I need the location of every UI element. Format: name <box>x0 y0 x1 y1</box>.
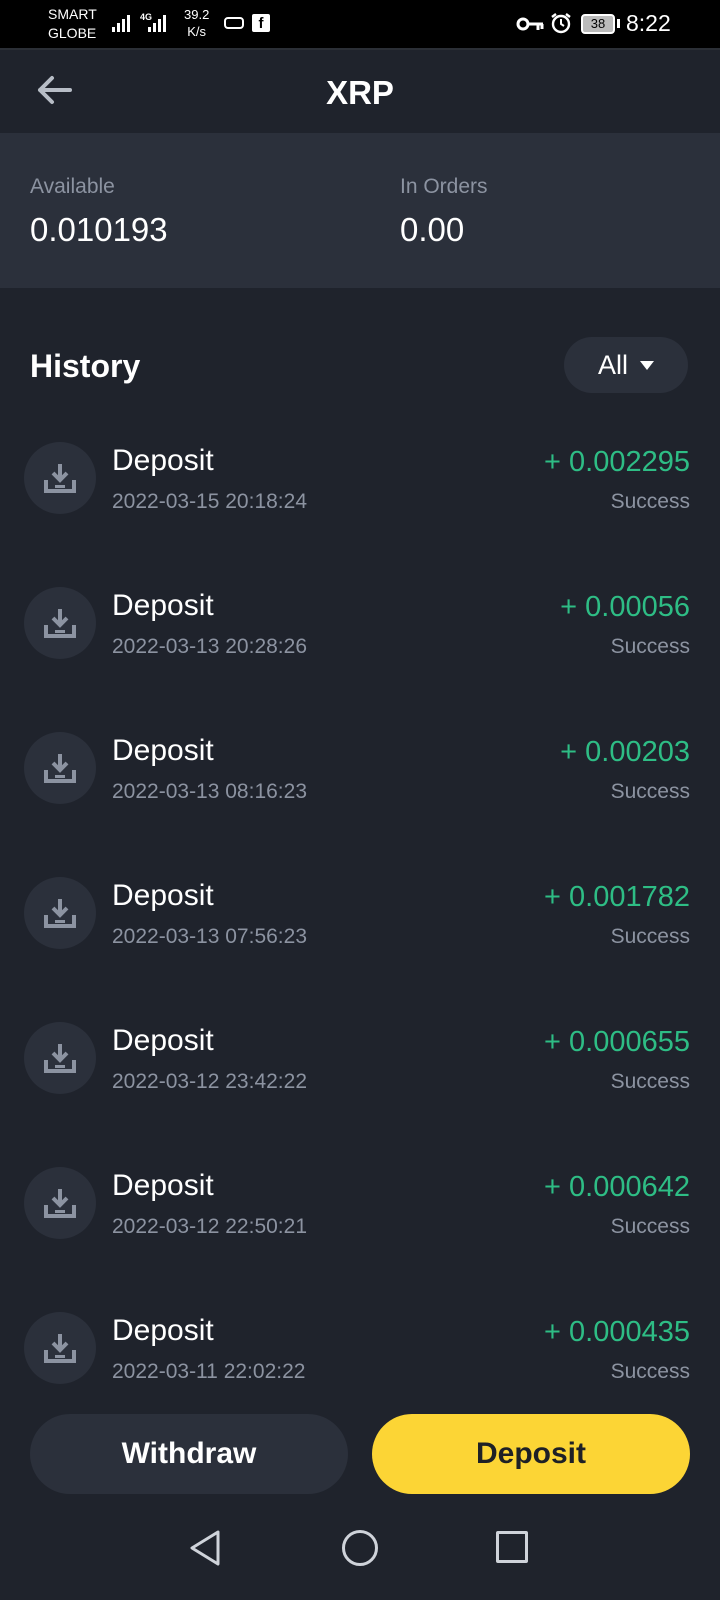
row-type: Deposit <box>112 589 214 622</box>
history-row[interactable]: Deposit 2022-03-13 20:28:26 + 0.00056 Su… <box>0 587 720 697</box>
in-orders-value: 0.00 <box>400 211 465 248</box>
row-date: 2022-03-13 07:56:23 <box>112 925 307 948</box>
carrier-label: SMART GLOBE <box>48 5 97 43</box>
row-type: Deposit <box>112 1024 214 1057</box>
row-status: Success <box>610 925 690 948</box>
row-type: Deposit <box>112 879 214 912</box>
row-status: Success <box>610 780 690 803</box>
deposit-button[interactable]: Deposit <box>372 1414 690 1494</box>
row-status: Success <box>610 1215 690 1238</box>
balance-panel: Available 0.010193 In Orders 0.00 <box>0 133 720 288</box>
download-icon <box>24 732 96 804</box>
row-status: Success <box>610 1360 690 1383</box>
history-filter-button[interactable]: All <box>564 337 688 393</box>
app-header: XRP <box>0 48 720 133</box>
history-row[interactable]: Deposit 2022-03-13 07:56:23 + 0.001782 S… <box>0 877 720 987</box>
battery-tip <box>617 19 620 28</box>
speed-value: 39.2 <box>184 7 210 22</box>
caret-down-icon <box>640 360 654 370</box>
download-icon <box>24 1167 96 1239</box>
carrier-line-2: GLOBE <box>48 25 97 41</box>
network-speed: 39.2 K/s <box>184 6 209 40</box>
system-nav-bar <box>0 1510 720 1600</box>
row-status: Success <box>610 1070 690 1093</box>
row-type: Deposit <box>112 1314 214 1347</box>
row-date: 2022-03-12 23:42:22 <box>112 1070 307 1093</box>
facebook-icon: f <box>252 14 270 32</box>
row-type: Deposit <box>112 1169 214 1202</box>
page-title: XRP <box>326 74 394 111</box>
in-orders-label: In Orders <box>400 175 488 198</box>
row-status: Success <box>610 635 690 658</box>
download-icon <box>24 442 96 514</box>
signal-icon <box>112 14 130 32</box>
row-amount: + 0.000435 <box>544 1316 690 1348</box>
row-date: 2022-03-12 22:50:21 <box>112 1215 307 1238</box>
row-status: Success <box>610 490 690 513</box>
speed-unit: K/s <box>187 24 207 39</box>
row-type: Deposit <box>112 444 214 477</box>
clock: 8:22 <box>626 10 671 36</box>
row-amount: + 0.000655 <box>544 1026 690 1058</box>
history-row[interactable]: Deposit 2022-03-12 22:50:21 + 0.000642 S… <box>0 1167 720 1277</box>
download-icon <box>24 1312 96 1384</box>
row-date: 2022-03-13 08:16:23 <box>112 780 307 803</box>
nav-home-icon[interactable] <box>342 1530 378 1566</box>
row-amount: + 0.00056 <box>560 591 690 623</box>
row-amount: + 0.00203 <box>560 736 690 768</box>
carrier-line-1: SMART <box>48 6 97 22</box>
row-date: 2022-03-13 20:28:26 <box>112 635 307 658</box>
nav-back-icon[interactable] <box>188 1528 224 1568</box>
row-date: 2022-03-11 22:02:22 <box>112 1360 306 1383</box>
in-orders-section: In Orders 0.00 <box>400 175 488 249</box>
history-row[interactable]: Deposit 2022-03-15 20:18:24 + 0.002295 S… <box>0 442 720 552</box>
key-icon <box>516 17 544 31</box>
withdraw-button[interactable]: Withdraw <box>30 1414 348 1494</box>
row-amount: + 0.000642 <box>544 1171 690 1203</box>
action-bar: Withdraw Deposit <box>0 1400 720 1510</box>
row-amount: + 0.001782 <box>544 881 690 913</box>
row-date: 2022-03-15 20:18:24 <box>112 490 307 513</box>
history-row[interactable]: Deposit 2022-03-13 08:16:23 + 0.00203 Su… <box>0 732 720 842</box>
alarm-icon <box>551 13 571 34</box>
download-icon <box>24 1022 96 1094</box>
row-amount: + 0.002295 <box>544 446 690 478</box>
available-label: Available <box>30 175 115 198</box>
download-icon <box>24 877 96 949</box>
available-section: Available 0.010193 <box>30 175 168 249</box>
row-type: Deposit <box>112 734 214 767</box>
filter-label: All <box>597 349 628 380</box>
download-icon <box>24 587 96 659</box>
available-value: 0.010193 <box>30 211 168 248</box>
vpn-icon <box>224 17 244 29</box>
history-row[interactable]: Deposit 2022-03-12 23:42:22 + 0.000655 S… <box>0 1022 720 1132</box>
signal-icon-2 <box>148 14 166 32</box>
history-title: History <box>30 348 141 384</box>
nav-recents-icon[interactable] <box>496 1531 528 1563</box>
status-bar: SMART GLOBE 4G 39.2 K/s f 38 8:22 <box>0 0 720 48</box>
battery-icon: 38 <box>581 14 615 34</box>
